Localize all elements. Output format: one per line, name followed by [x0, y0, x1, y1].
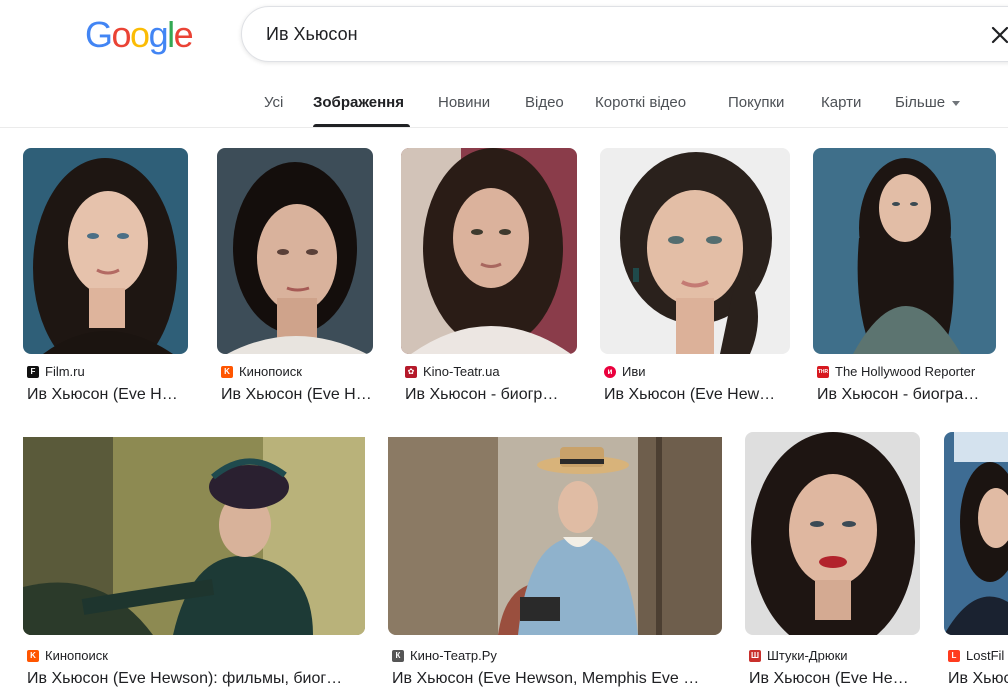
result-source[interactable]: К Кино-Театр.Ру [392, 648, 497, 663]
source-name: Кинопоиск [45, 648, 108, 663]
result-title[interactable]: Ив Хьюсон (Eve Hewson, Memphis Eve … [392, 670, 722, 688]
kino-teatr-ua-icon: ✿ [405, 365, 417, 378]
logo-letter: o [130, 14, 150, 55]
source-name: Kino-Teatr.ua [423, 364, 500, 379]
lostfilm-icon: L [948, 649, 960, 662]
source-name: LostFil [966, 648, 1005, 663]
tab-news[interactable]: Новини [438, 94, 490, 111]
result-thumbnail[interactable] [813, 148, 996, 354]
tab-shopping[interactable]: Покупки [728, 94, 784, 111]
source-name: Кино-Театр.Ру [410, 648, 497, 663]
logo-letter: G [85, 14, 113, 55]
result-title[interactable]: Ив Хьюсон (Eve Hew… [604, 386, 788, 404]
result-thumbnail[interactable] [944, 432, 1008, 635]
film-ru-icon: F [27, 365, 39, 378]
source-name: Иви [622, 364, 646, 379]
source-name: Кинопоиск [239, 364, 302, 379]
result-source[interactable]: K Кинопоиск [27, 648, 108, 663]
result-source[interactable]: K Кинопоиск [221, 364, 302, 379]
result-thumbnail[interactable] [217, 148, 373, 354]
kinopoisk-icon: K [27, 649, 39, 662]
result-source[interactable]: и Иви [604, 364, 646, 379]
result-source[interactable]: THR The Hollywood Reporter [817, 364, 975, 379]
result-source[interactable]: L LostFil [948, 648, 1004, 663]
tab-images[interactable]: Зображення [313, 94, 404, 111]
shtuki-druki-icon: Ш [749, 649, 761, 662]
source-name: Film.ru [45, 364, 85, 379]
kino-teatr-ru-icon: К [392, 649, 404, 662]
result-title[interactable]: Ив Хьюсон - биогра… [817, 386, 995, 404]
hollywood-reporter-icon: THR [817, 365, 829, 378]
result-thumbnail[interactable] [401, 148, 577, 354]
tab-all[interactable]: Усі [264, 94, 283, 111]
close-icon[interactable] [988, 23, 1008, 47]
result-source[interactable]: Ш Штуки-Дрюки [749, 648, 848, 663]
result-title[interactable]: Ив Хьюсон (Eve Hewson): фильмы, биог… [27, 670, 365, 688]
source-name: Штуки-Дрюки [767, 648, 848, 663]
result-title[interactable]: Ив Хьюс [948, 670, 1008, 688]
tab-more[interactable]: Більше [895, 94, 961, 111]
source-name: The Hollywood Reporter [835, 364, 976, 379]
result-title[interactable]: Ив Хьюсон (Eve H… [221, 386, 377, 404]
result-source[interactable]: ✿ Kino-Teatr.ua [405, 364, 500, 379]
search-input[interactable]: Ив Хьюсон [266, 24, 358, 45]
google-images-results-page: Google Ив Хьюсон Усі Зображення Новини В… [0, 0, 1008, 694]
result-thumbnail[interactable] [388, 437, 722, 635]
caret-down-icon [952, 100, 961, 106]
kinopoisk-icon: K [221, 365, 233, 378]
result-thumbnail[interactable] [23, 437, 365, 635]
result-thumbnail[interactable] [600, 148, 790, 354]
result-source[interactable]: F Film.ru [27, 364, 85, 379]
tab-video[interactable]: Відео [525, 94, 564, 111]
tab-short-videos[interactable]: Короткі відео [595, 94, 686, 111]
result-title[interactable]: Ив Хьюсон (Eve H… [27, 386, 192, 404]
ivi-icon: и [604, 365, 616, 378]
tab-maps[interactable]: Карти [821, 94, 861, 111]
result-thumbnail[interactable] [23, 148, 188, 354]
logo-letter: e [173, 14, 194, 55]
logo-letter: g [148, 14, 169, 55]
search-tabs: Усі Зображення Новини Відео Короткі віде… [0, 84, 1008, 128]
result-title[interactable]: Ив Хьюсон - биогр… [405, 386, 581, 404]
result-title[interactable]: Ив Хьюсон (Eve He… [749, 670, 919, 688]
google-logo[interactable]: Google [85, 14, 194, 56]
logo-letter: o [111, 14, 132, 55]
tab-more-label: Більше [895, 94, 946, 111]
divider [0, 127, 1008, 128]
result-thumbnail[interactable] [745, 432, 920, 635]
search-box[interactable]: Ив Хьюсон [241, 6, 1008, 62]
